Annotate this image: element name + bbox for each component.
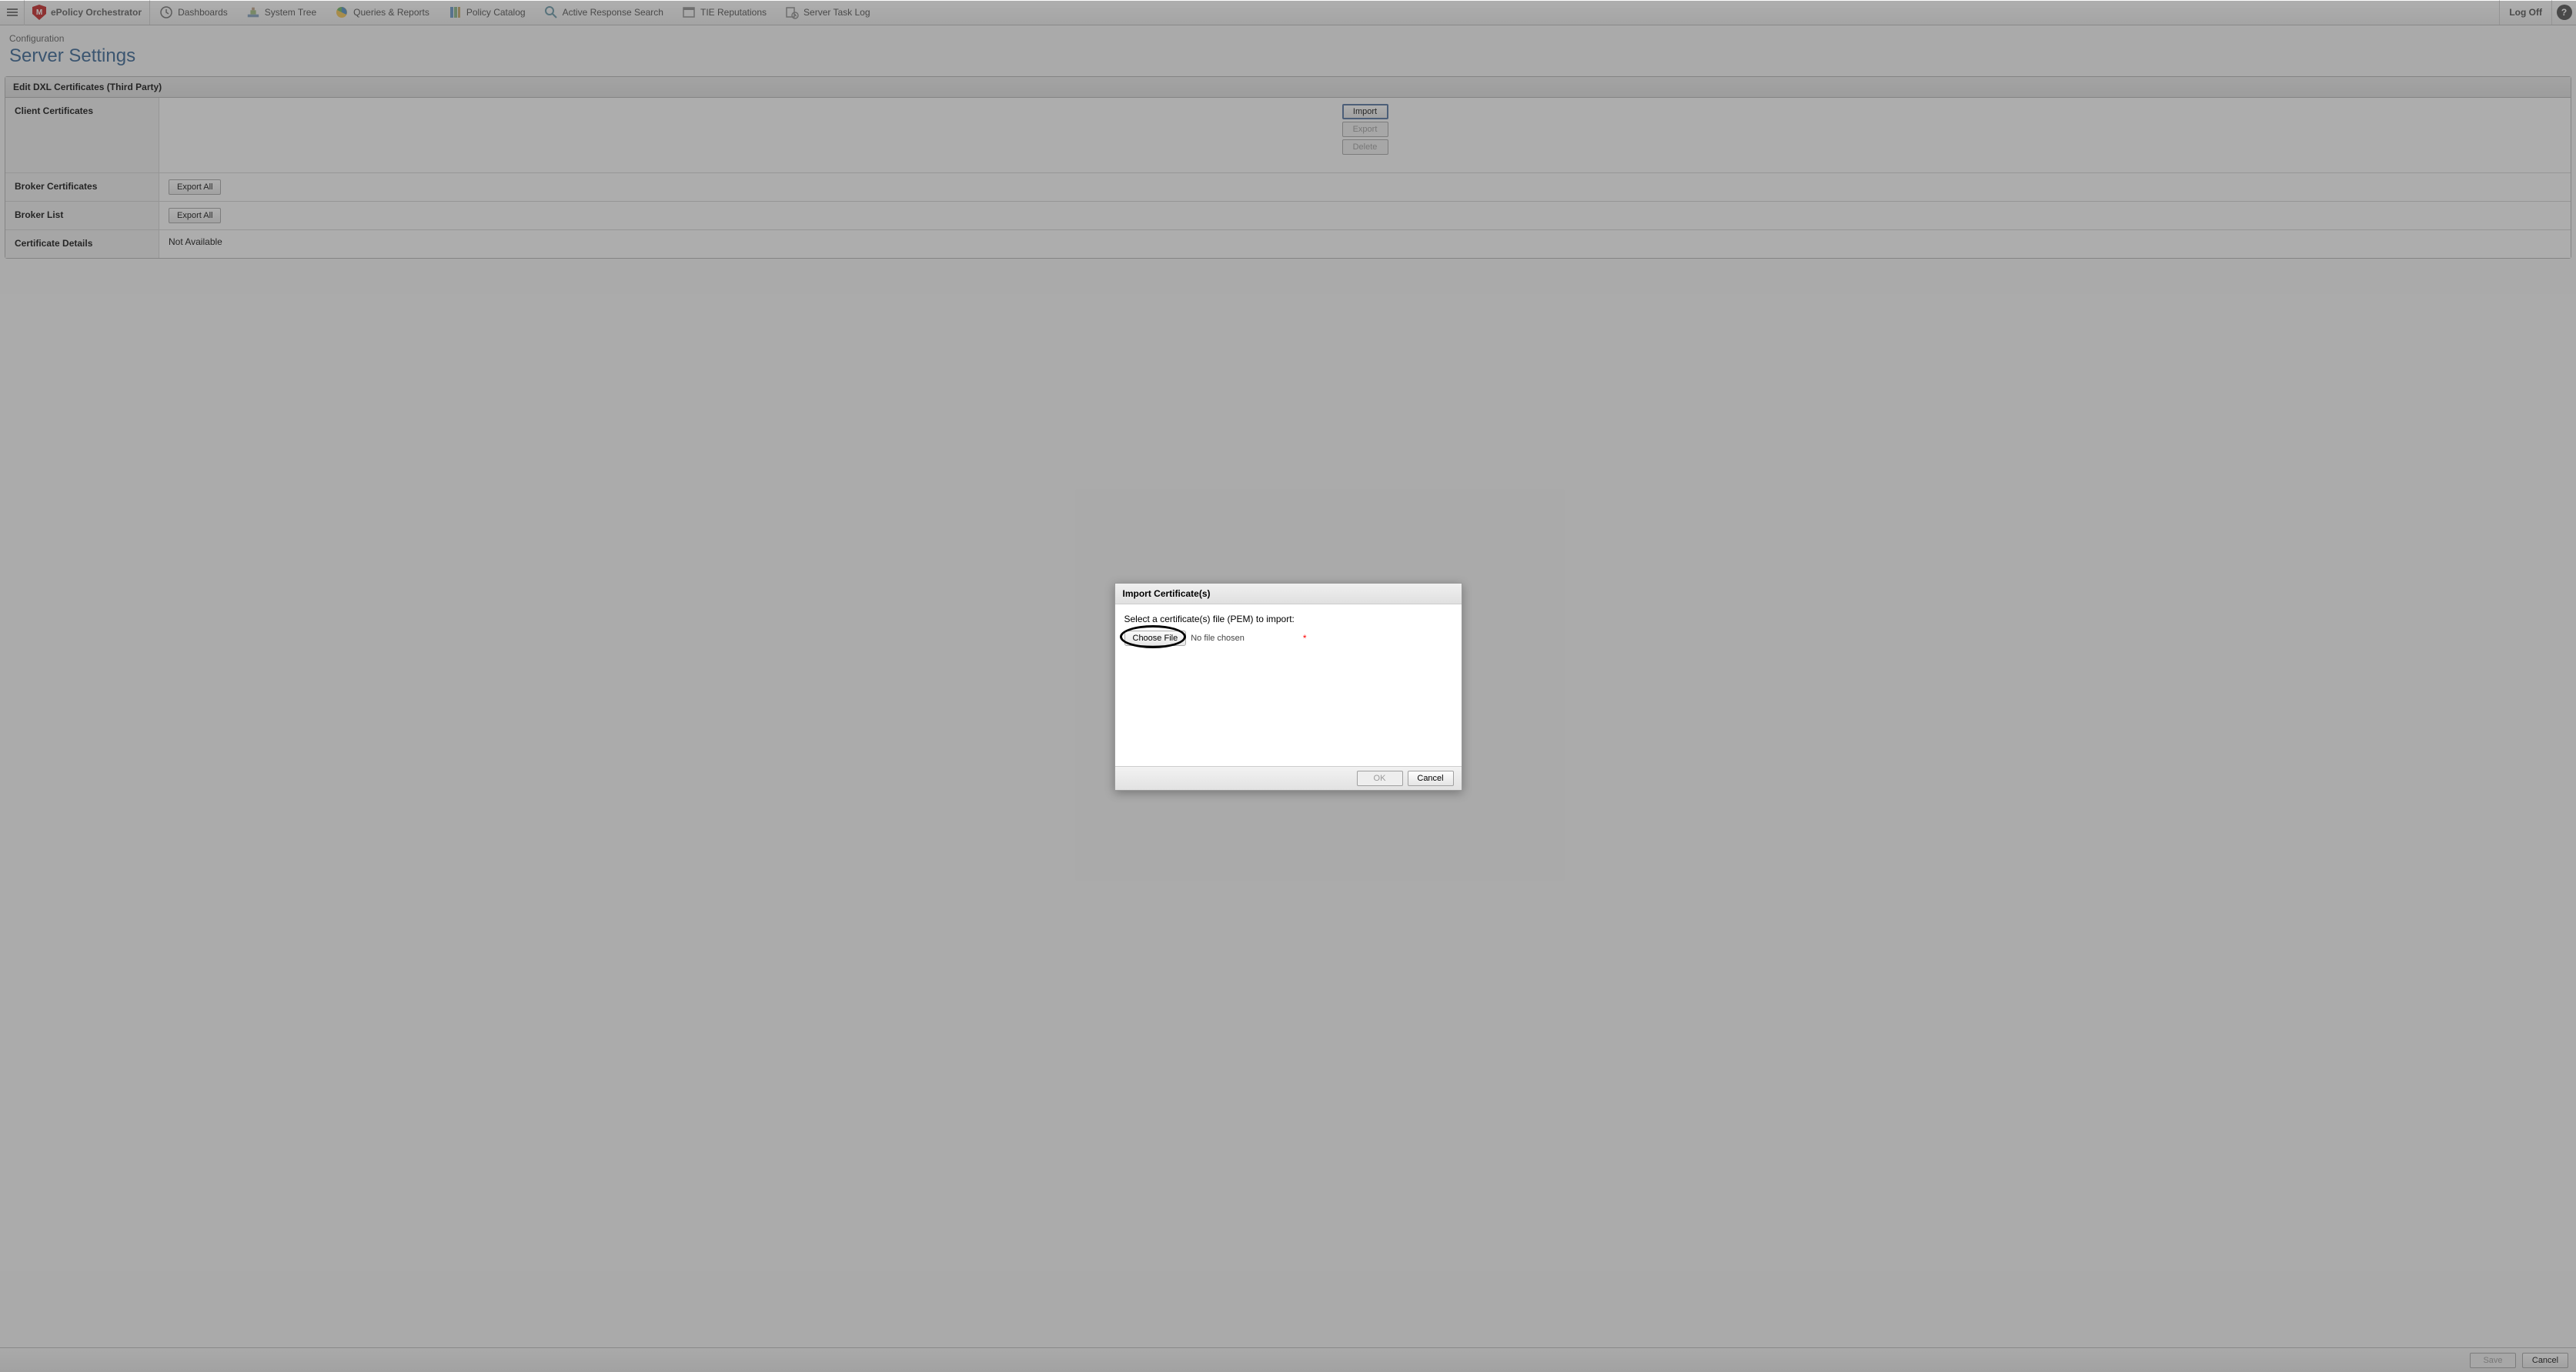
modal-overlay: Import Certificate(s) Select a certifica… [0,1,2576,1372]
choose-file-button[interactable]: Choose File [1124,631,1187,646]
modal-ok-button: OK [1357,771,1403,786]
modal-prompt: Select a certificate(s) file (PEM) to im… [1124,614,1452,624]
file-status-text: No file chosen [1191,634,1245,643]
modal-cancel-button[interactable]: Cancel [1408,771,1454,786]
file-input-row: Choose File No file chosen * [1124,631,1452,646]
modal-title: Import Certificate(s) [1115,584,1462,604]
required-indicator: * [1303,633,1307,644]
import-certificates-modal: Import Certificate(s) Select a certifica… [1114,583,1462,791]
modal-body: Select a certificate(s) file (PEM) to im… [1115,604,1462,766]
modal-footer: OK Cancel [1115,766,1462,790]
